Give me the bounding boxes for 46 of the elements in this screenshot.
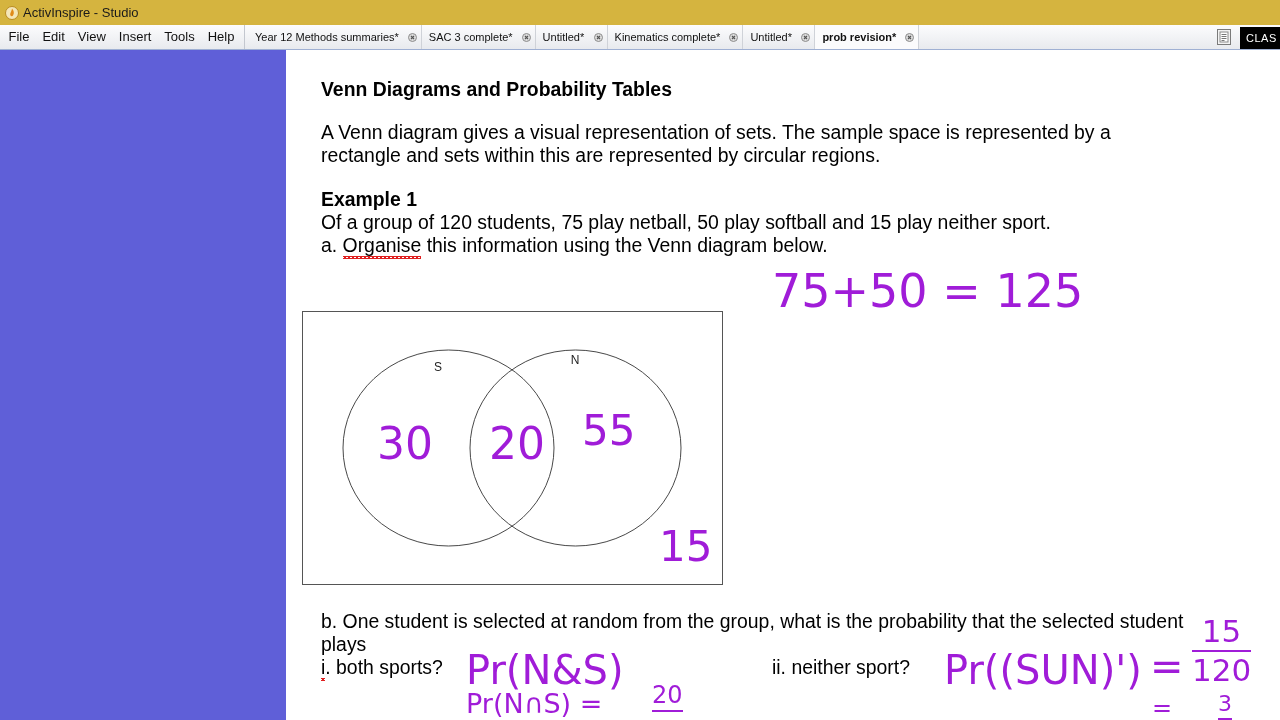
fraction-line [1218,718,1232,720]
close-icon[interactable] [407,32,417,42]
menu-item[interactable]: File [2,25,36,49]
fraction-line [652,710,683,712]
handwritten-note: 15 [659,526,713,568]
set-label: S [434,360,442,374]
menu-item[interactable]: Help [201,25,241,49]
toolbar-button[interactable]: CLAS [1240,27,1280,49]
handwritten-note: 75+50 = 125 [772,268,1084,314]
close-icon[interactable] [801,32,811,42]
document-tab[interactable]: Year 12 Methods summaries* [247,25,422,49]
handwritten-note: = [1150,646,1184,686]
example-heading: Example 1 [321,188,418,211]
close-icon[interactable] [521,32,531,42]
set-label: N [570,353,580,367]
paragraph-text: Of a group of 120 students, 75 play netball, 50 play softball and 15 play neither sport. [321,211,1052,234]
handwritten-note: Pr(N∩S) = [466,690,603,717]
handwritten-note: 20 [489,422,545,466]
menu-item[interactable]: View [71,25,113,49]
handwritten-note: = [1152,696,1173,720]
document-icon[interactable] [1217,29,1231,45]
app-icon [5,5,19,20]
close-icon[interactable] [593,32,603,42]
handwritten-note: Pr(N&S) [466,650,624,690]
fraction-line [1192,650,1252,652]
section-heading: Venn Diagrams and Probability Tables [321,78,673,101]
question-text: a. Organise this information using the Venn diagram below. [321,234,1246,257]
menu-item[interactable]: Edit [35,25,72,49]
close-icon[interactable] [905,32,915,42]
handwritten-number: 120 [1192,655,1252,686]
menu-item[interactable]: Tools [157,25,202,49]
window-title: ActivInspire - Studio [23,3,139,22]
document-tab[interactable]: SAC 3 complete* [421,25,536,49]
close-icon[interactable] [729,32,739,42]
document-tab[interactable]: Kinematics complete* [607,25,744,49]
question-text: ii. neither sport? [772,656,910,679]
handwritten-number: 3 [1218,693,1232,715]
document-tab[interactable]: Untitled* [535,25,608,49]
paragraph-text: A Venn diagram gives a visual representation of sets. The sample space is represented by a rectangle and sets within this are represented by circular regions. [321,121,1112,167]
handwritten-note: Pr((SUN)') [944,650,1142,690]
handwritten-note: 30 [377,422,433,466]
handwritten-number: 15 [1201,616,1242,647]
handwritten-number: 20 [652,683,683,707]
document-tab[interactable]: prob revision* [815,25,920,49]
handwritten-note: 55 [582,410,636,452]
menu-item[interactable]: Insert [112,25,158,49]
